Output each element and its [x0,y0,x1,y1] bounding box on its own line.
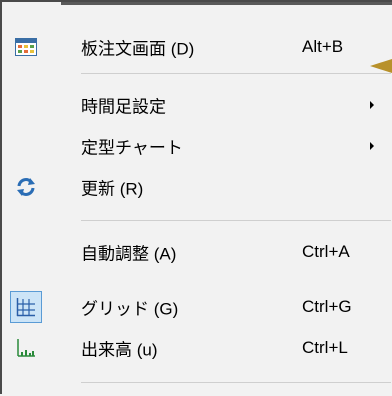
menu-item-label: 時間足設定 [81,97,166,117]
grid-icon [12,293,40,321]
menu-item-template-chart[interactable]: 定型チャート [2,126,392,166]
menu-item-auto-adjust[interactable]: 自動調整 (A) Ctrl+A [2,232,392,272]
refresh-icon [12,173,40,201]
menu-item-shortcut: Ctrl+L [302,338,348,357]
menu-item-label: 更新 (R) [81,179,144,199]
menu-item-refresh[interactable]: 更新 (R) [2,167,392,207]
menu-item-label: 定型チャート [81,138,183,158]
menu-item-order-board[interactable]: 板注文画面 (D) Alt+B [2,27,392,67]
callout-pointer [370,59,392,73]
menu-separator [81,382,391,383]
submenu-arrow-icon [370,142,374,150]
menu-item-label: 板注文画面 (D) [81,39,195,59]
menu-item-label: 出来高 (u) [81,340,158,360]
menu-separator [81,73,391,74]
menu-item-grid[interactable]: グリッド (G) Ctrl+G [2,287,392,327]
menu-item-label: グリッド (G) [81,299,179,319]
volume-icon [12,334,40,362]
menu-item-label: 自動調整 (A) [81,244,177,264]
menu-item-shortcut: Alt+B [302,37,344,56]
order-board-icon [12,33,40,61]
menu-item-shortcut: Ctrl+A [302,242,350,261]
menu-separator [81,220,391,221]
menu-item-timeframe[interactable]: 時間足設定 [2,85,392,125]
submenu-arrow-icon [370,101,374,109]
menu-item-shortcut: Ctrl+G [302,297,352,316]
menu-item-volume[interactable]: 出来高 (u) Ctrl+L [2,328,392,368]
context-menu: 板注文画面 (D) Alt+B 時間足設定 定型チャート 更新 (R) 自動調整… [0,0,392,396]
